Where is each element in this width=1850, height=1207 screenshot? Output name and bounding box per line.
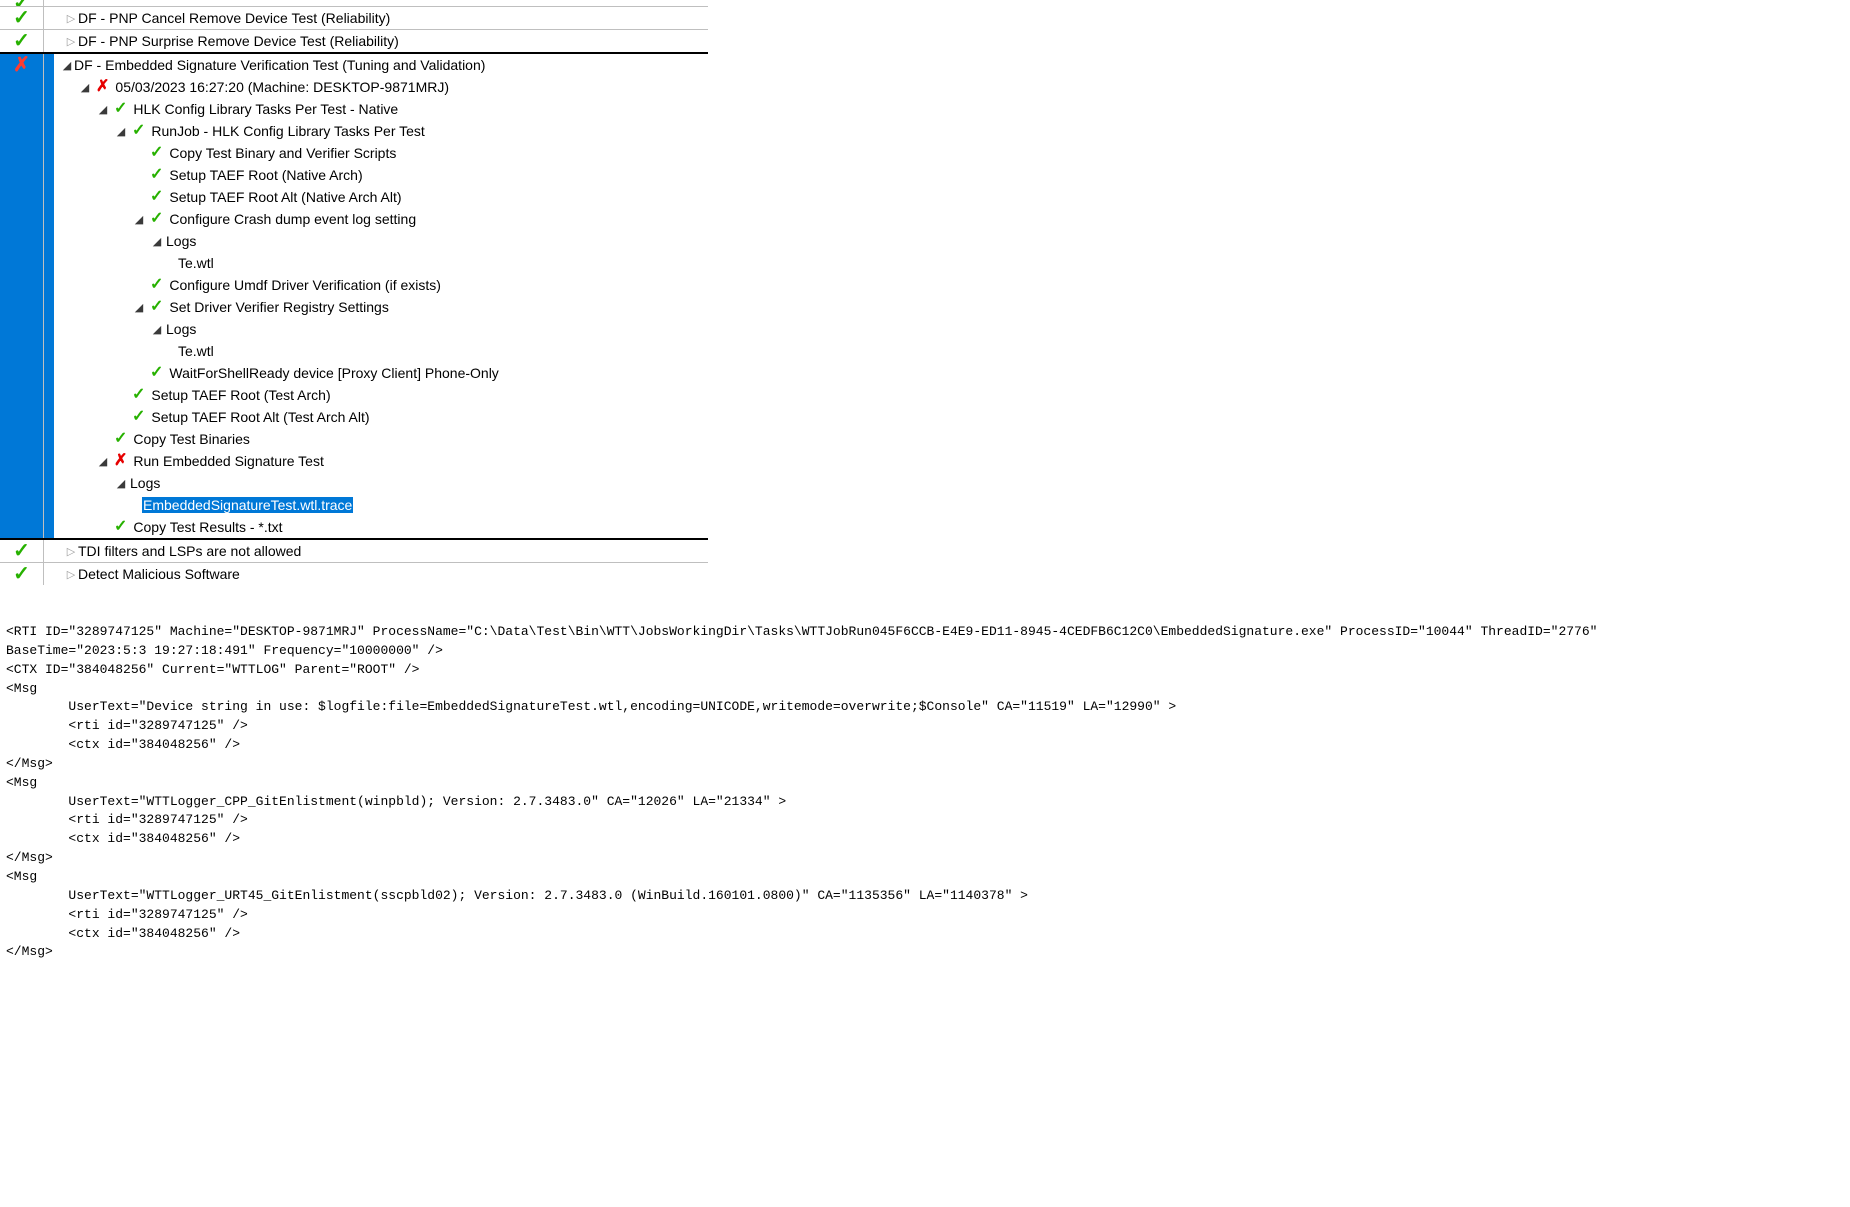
tree-node[interactable]: ✓ WaitForShellReady device [Proxy Client… <box>0 362 708 384</box>
pass-icon: ✓ <box>13 8 30 28</box>
test-label: Detect Malicious Software <box>78 566 240 582</box>
collapse-icon[interactable]: ◢ <box>114 125 128 138</box>
collapse-icon[interactable]: ◢ <box>96 103 110 116</box>
test-label: DF - Embedded Signature Verification Tes… <box>74 57 485 73</box>
tree-node[interactable]: ✓ Setup TAEF Root Alt (Native Arch Alt) <box>0 186 708 208</box>
pass-icon: ✓ <box>114 431 127 447</box>
tree-node-highlighted[interactable]: EmbeddedSignatureTest.wtl.trace <box>0 494 708 516</box>
pass-icon: ✓ <box>150 145 163 161</box>
node-label: Configure Umdf Driver Verification (if e… <box>169 277 441 293</box>
pass-icon: ✓ <box>13 541 30 561</box>
tree-node[interactable]: ◢ ✗ Run Embedded Signature Test <box>0 450 708 472</box>
tree-node[interactable]: ◢ ✓ RunJob - HLK Config Library Tasks Pe… <box>0 120 708 142</box>
expand-icon[interactable]: ▷ <box>64 568 78 581</box>
node-label: HLK Config Library Tasks Per Test - Nati… <box>133 101 398 117</box>
collapse-icon[interactable]: ◢ <box>60 59 74 72</box>
fail-icon: ✗ <box>96 79 109 95</box>
fail-icon: ✗ <box>114 453 127 469</box>
tree-node[interactable]: ✓ Copy Test Results - *.txt <box>0 516 708 540</box>
test-row[interactable]: ✓ ▷ DF - SimpleIO stress test with IO pr… <box>0 0 708 6</box>
test-row[interactable]: ✓ ▷ DF - PNP Cancel Remove Device Test (… <box>0 6 708 29</box>
pass-icon: ✓ <box>150 277 163 293</box>
test-row-selected[interactable]: ✗ ◢ DF - Embedded Signature Verification… <box>0 54 708 76</box>
tree-node[interactable]: Te.wtl <box>0 252 708 274</box>
node-label: Setup TAEF Root Alt (Test Arch Alt) <box>151 409 369 425</box>
test-label: DF - PNP Cancel Remove Device Test (Reli… <box>78 10 390 26</box>
pass-icon: ✓ <box>150 365 163 381</box>
test-label: DF - PNP Surprise Remove Device Test (Re… <box>78 33 399 49</box>
tree-node[interactable]: ✓ Setup TAEF Root Alt (Test Arch Alt) <box>0 406 708 428</box>
collapse-icon[interactable]: ◢ <box>114 477 128 490</box>
pass-icon: ✓ <box>132 409 145 425</box>
log-file-selected: EmbeddedSignatureTest.wtl.trace <box>142 497 353 513</box>
tree-node[interactable]: ✓ Copy Test Binaries <box>0 428 708 450</box>
pass-icon: ✓ <box>132 387 145 403</box>
node-label: Logs <box>130 475 160 491</box>
pass-icon: ✓ <box>150 189 163 205</box>
tree-node[interactable]: ◢ Logs <box>0 230 708 252</box>
test-row[interactable]: ✓ ▷ DF - PNP Surprise Remove Device Test… <box>0 29 708 54</box>
fail-icon: ✗ <box>13 55 30 75</box>
test-label: DF - SimpleIO stress test with IO proces… <box>78 5 481 6</box>
pass-icon: ✓ <box>150 211 163 227</box>
tree-node[interactable]: ✓ Copy Test Binary and Verifier Scripts <box>0 142 708 164</box>
test-row[interactable]: ✓ ▷ TDI filters and LSPs are not allowed <box>0 540 708 562</box>
node-label: Copy Test Binary and Verifier Scripts <box>169 145 396 161</box>
tree-node[interactable]: ◢ ✓ HLK Config Library Tasks Per Test - … <box>0 98 708 120</box>
tree-node[interactable]: ◢ ✓ Set Driver Verifier Registry Setting… <box>0 296 708 318</box>
log-file: Te.wtl <box>178 255 214 271</box>
tree-node[interactable]: ✓ Setup TAEF Root (Native Arch) <box>0 164 708 186</box>
log-file: Te.wtl <box>178 343 214 359</box>
node-label: Copy Test Results - *.txt <box>133 519 282 535</box>
pass-icon: ✓ <box>114 101 127 117</box>
collapse-icon[interactable]: ◢ <box>132 301 146 314</box>
pass-icon: ✓ <box>150 299 163 315</box>
node-label: Set Driver Verifier Registry Settings <box>169 299 388 315</box>
node-label: WaitForShellReady device [Proxy Client] … <box>169 365 498 381</box>
node-label: Configure Crash dump event log setting <box>169 211 416 227</box>
expand-icon[interactable]: ▷ <box>64 12 78 25</box>
test-row[interactable]: ✓ ▷ Detect Malicious Software <box>0 562 708 585</box>
pass-icon: ✓ <box>132 123 145 139</box>
expand-icon[interactable]: ▷ <box>64 35 78 48</box>
node-label: Setup TAEF Root (Test Arch) <box>151 387 330 403</box>
node-label: Setup TAEF Root (Native Arch) <box>169 167 362 183</box>
tree-node[interactable]: ◢ Logs <box>0 318 708 340</box>
pass-icon: ✓ <box>13 0 30 6</box>
tree-node[interactable]: ◢ ✗ 05/03/2023 16:27:20 (Machine: DESKTO… <box>0 76 708 98</box>
pass-icon: ✓ <box>13 31 30 51</box>
tree-node[interactable]: ◢ Logs <box>0 472 708 494</box>
node-label: Run Embedded Signature Test <box>133 453 323 469</box>
collapse-icon[interactable]: ◢ <box>150 323 164 336</box>
node-label: Logs <box>166 321 196 337</box>
pass-icon: ✓ <box>114 519 127 535</box>
test-label: TDI filters and LSPs are not allowed <box>78 543 301 559</box>
pass-icon: ✓ <box>150 167 163 183</box>
test-tree: ✓ ▷ DF - SimpleIO stress test with IO pr… <box>0 0 708 585</box>
log-output[interactable]: <RTI ID="3289747125" Machine="DESKTOP-98… <box>0 619 1850 966</box>
pass-icon: ✓ <box>13 564 30 584</box>
tree-node[interactable]: ✓ Configure Umdf Driver Verification (if… <box>0 274 708 296</box>
collapse-icon[interactable]: ◢ <box>78 81 92 94</box>
collapse-icon[interactable]: ◢ <box>150 235 164 248</box>
node-label: 05/03/2023 16:27:20 (Machine: DESKTOP-98… <box>115 79 449 95</box>
node-label: Setup TAEF Root Alt (Native Arch Alt) <box>169 189 401 205</box>
tree-node[interactable]: ✓ Setup TAEF Root (Test Arch) <box>0 384 708 406</box>
node-label: Copy Test Binaries <box>133 431 249 447</box>
collapse-icon[interactable]: ◢ <box>96 455 110 468</box>
node-label: Logs <box>166 233 196 249</box>
tree-node[interactable]: ◢ ✓ Configure Crash dump event log setti… <box>0 208 708 230</box>
node-label: RunJob - HLK Config Library Tasks Per Te… <box>151 123 424 139</box>
tree-node[interactable]: Te.wtl <box>0 340 708 362</box>
collapse-icon[interactable]: ◢ <box>132 213 146 226</box>
expand-icon[interactable]: ▷ <box>64 545 78 558</box>
